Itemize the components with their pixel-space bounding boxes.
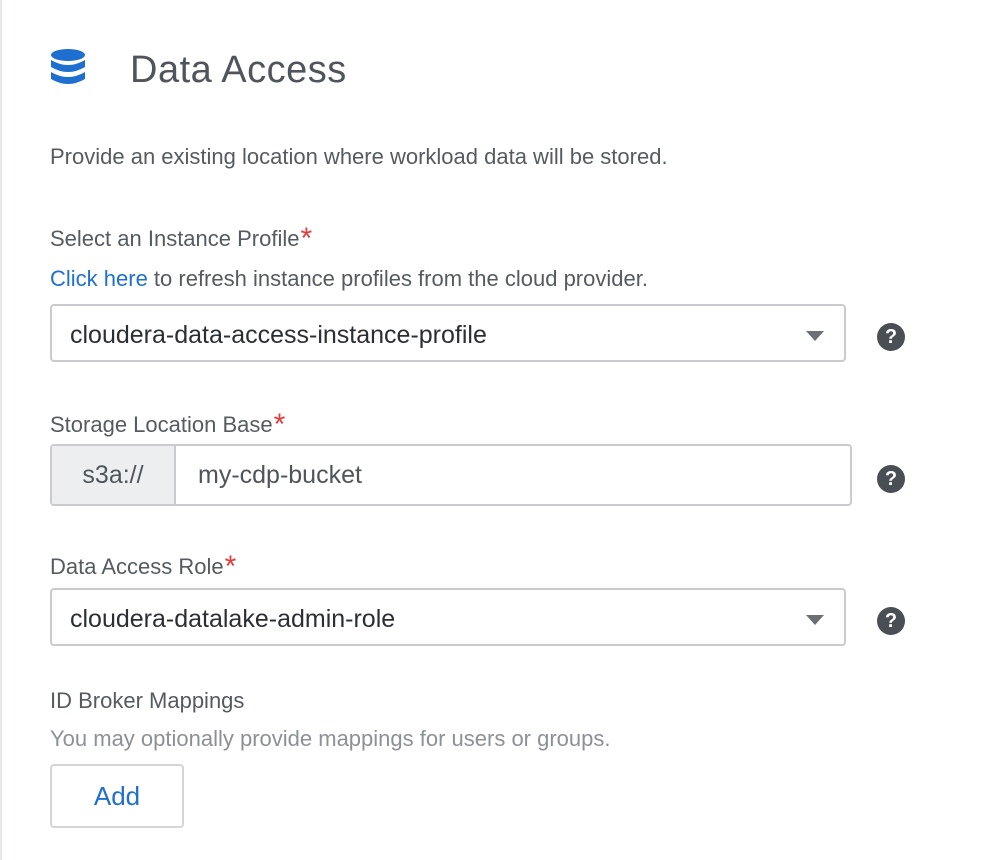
instance-profile-label: Select an Instance Profile*: [50, 220, 313, 255]
required-mark: *: [224, 550, 237, 583]
section-description: Provide an existing location where workl…: [50, 144, 668, 169]
instance-profile-label-text: Select an Instance Profile: [50, 226, 300, 251]
chevron-down-icon: [806, 615, 824, 625]
required-mark: *: [300, 222, 313, 255]
section-header: Data Access: [50, 40, 347, 100]
database-icon: [51, 49, 85, 84]
data-access-role-label-text: Data Access Role: [50, 554, 224, 579]
storage-location-input[interactable]: my-cdp-bucket: [176, 446, 362, 504]
data-access-role-value: cloudera-datalake-admin-role: [70, 605, 396, 633]
help-icon[interactable]: ?: [877, 465, 905, 493]
page-title: Data Access: [130, 48, 347, 91]
storage-location-prefix: s3a://: [52, 446, 176, 504]
help-icon[interactable]: ?: [877, 607, 905, 635]
data-access-role-label: Data Access Role*: [50, 548, 237, 583]
instance-profile-value: cloudera-data-access-instance-profile: [70, 321, 487, 349]
storage-location-input-group: s3a:// my-cdp-bucket: [50, 444, 852, 506]
instance-profile-select[interactable]: cloudera-data-access-instance-profile: [50, 304, 846, 362]
storage-location-label-text: Storage Location Base: [50, 412, 273, 437]
panel-left-border: [0, 0, 2, 860]
chevron-down-icon: [806, 331, 824, 341]
id-broker-label: ID Broker Mappings: [50, 688, 245, 713]
refresh-instance-profiles-link[interactable]: Click here: [50, 266, 148, 291]
required-mark: *: [273, 408, 286, 441]
id-broker-hint: You may optionally provide mappings for …: [50, 726, 611, 751]
help-icon[interactable]: ?: [877, 323, 905, 351]
add-mapping-button[interactable]: Add: [50, 764, 184, 828]
storage-location-label: Storage Location Base*: [50, 406, 286, 441]
data-access-role-select[interactable]: cloudera-datalake-admin-role: [50, 588, 846, 646]
refresh-hint-text: to refresh instance profiles from the cl…: [147, 266, 648, 291]
refresh-hint: Click here to refresh instance profiles …: [50, 266, 648, 292]
